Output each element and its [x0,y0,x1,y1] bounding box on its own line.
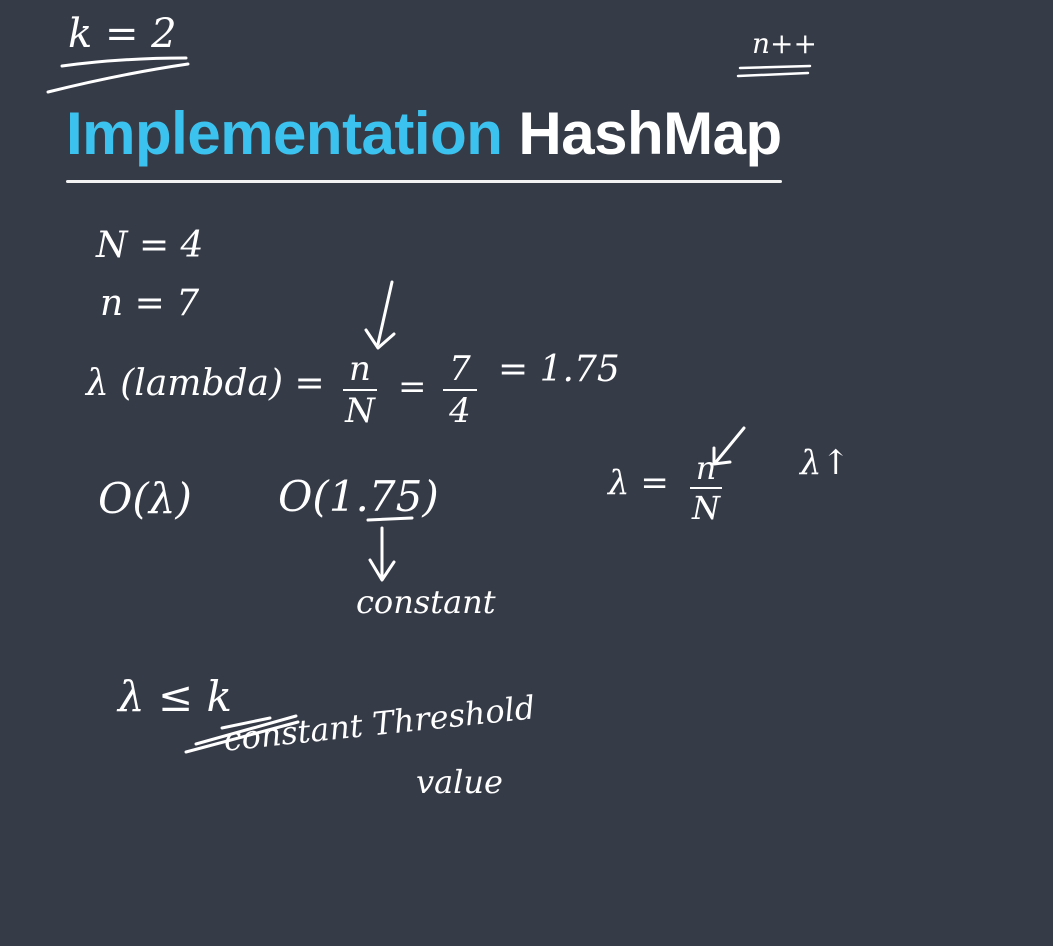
lambda-less-equal-k: λ ≤ k [118,672,232,721]
lambda-label: λ (lambda) = [86,363,325,404]
fraction-n-over-N: n N [340,352,380,428]
fraction-4-denominator: 4 [449,391,471,431]
N-equals: N = 4 [96,225,204,266]
lambda-equals-right: λ = [608,463,669,503]
title-implementation: Implementation [66,100,503,167]
n-plus-plus-underline [736,64,812,78]
fraction-n-over-N-right: n N [686,452,726,524]
big-o-value: O(1.75) [278,472,439,521]
result-value: = 1.75 [498,349,620,390]
lambda-increasing: λ↑ [800,443,851,483]
big-o-lambda: O(λ) [98,474,192,523]
fraction-7-over-4: 7 4 [440,352,480,428]
fraction-N-denominator: N [345,391,375,431]
fraction-N-denominator-right: N [692,489,720,527]
n-equals: n = 7 [100,283,200,324]
whiteboard: k = 2 n++ Implementation HashMap N = 4 n … [0,0,1053,946]
title-hashmap: HashMap [518,100,782,167]
value-label: value [416,763,503,801]
fraction-n-numerator: n [349,349,371,389]
constant-label: constant [356,583,496,621]
constant-threshold-label: constant Threshold [221,688,537,759]
page-title: Implementation HashMap [66,104,782,164]
equals-sign: = [398,367,427,407]
fraction-n-numerator-right: n [695,449,717,487]
fraction-7-numerator: 7 [449,349,471,389]
title-underline [66,180,782,183]
